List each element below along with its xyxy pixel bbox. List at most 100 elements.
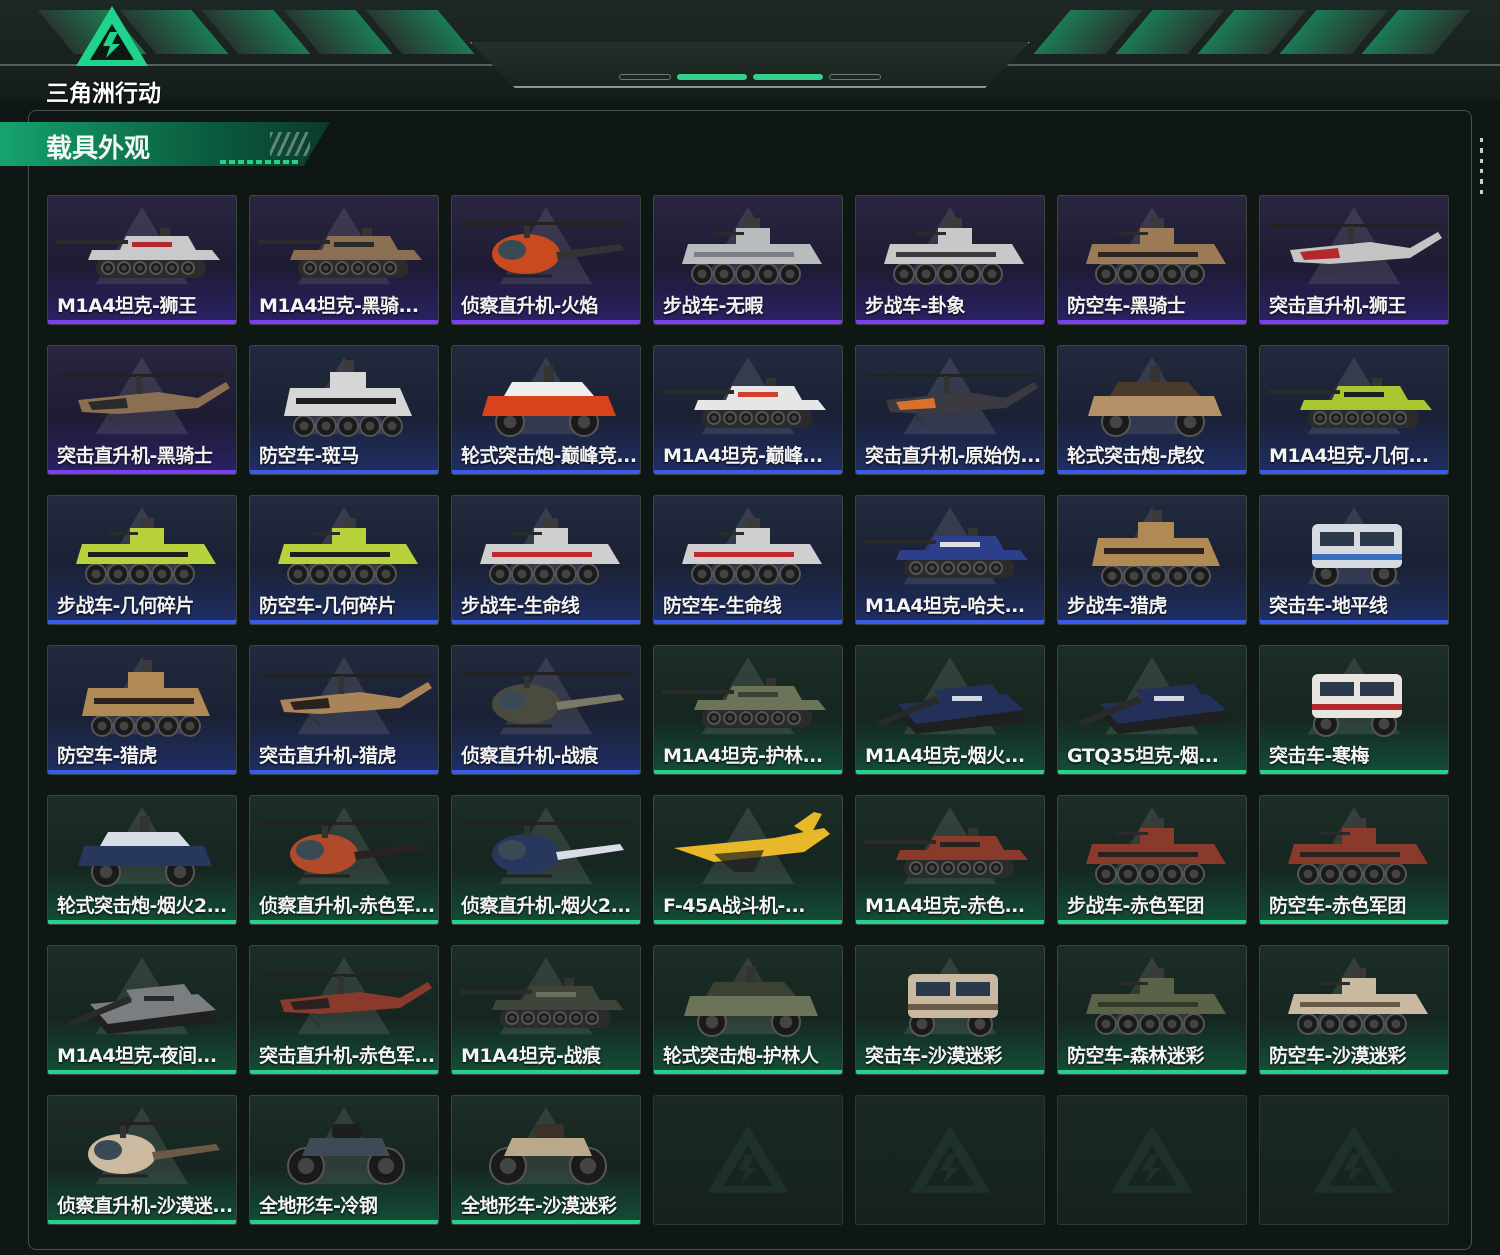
vehicle-skin-card[interactable]: M1A4坦克-烟火... — [855, 645, 1045, 775]
vehicle-skin-card[interactable]: 步战车-几何碎片 — [47, 495, 237, 625]
rarity-bar — [1058, 1070, 1246, 1074]
vehicle-skin-name: 轮式突击炮-虎纹 — [1067, 445, 1204, 467]
vehicle-skin-card[interactable]: 步战车-无暇 — [653, 195, 843, 325]
vehicle-skin-name: 步战车-赤色军团 — [1067, 895, 1204, 917]
vehicle-skin-name: 步战车-卦象 — [865, 295, 965, 317]
vehicle-skin-card[interactable]: M1A4坦克-护林... — [653, 645, 843, 775]
vehicle-skin-card[interactable]: 轮式突击炮-巅峰竞... — [451, 345, 641, 475]
header-stripes-right — [1033, 10, 1471, 54]
vehicle-skin-card[interactable]: 侦察直升机-烟火2... — [451, 795, 641, 925]
vehicle-apc-image — [76, 518, 216, 585]
vehicle-skin-card[interactable]: F-45A战斗机-... — [653, 795, 843, 925]
vehicle-tank-image — [662, 378, 826, 428]
vehicle-skin-name: M1A4坦克-巅峰... — [663, 445, 823, 467]
rarity-bar — [654, 470, 842, 474]
vehicle-heli-small-image — [462, 222, 632, 278]
rarity-bar — [250, 620, 438, 624]
vehicle-skin-card[interactable]: M1A4坦克-夜间... — [47, 945, 237, 1075]
vehicle-tank-image — [56, 228, 220, 278]
logo-text: 三角洲行动 — [46, 81, 161, 107]
vehicle-skin-card[interactable]: 防空车-猎虎 — [47, 645, 237, 775]
vehicle-skin-card[interactable]: 突击直升机-赤色军... — [249, 945, 439, 1075]
vehicle-skin-name: 突击直升机-原始伪... — [865, 445, 1041, 467]
vehicle-tank-image — [662, 678, 826, 728]
vehicle-skin-card[interactable]: 步战车-猎虎 — [1057, 495, 1247, 625]
rarity-bar — [250, 470, 438, 474]
vehicle-skin-name: 步战车-猎虎 — [1067, 595, 1167, 617]
vehicle-skin-card[interactable]: 突击直升机-原始伪... — [855, 345, 1045, 475]
rarity-bar — [856, 470, 1044, 474]
vehicle-apc-image — [1086, 218, 1226, 285]
section-accent — [220, 160, 300, 164]
rarity-bar — [856, 620, 1044, 624]
vehicle-skin-card[interactable]: 防空车-生命线 — [653, 495, 843, 625]
vehicle-skin-card[interactable]: 防空车-黑骑士 — [1057, 195, 1247, 325]
vehicle-skin-card[interactable]: 防空车-几何碎片 — [249, 495, 439, 625]
vehicle-skin-card[interactable]: 侦察直升机-火焰 — [451, 195, 641, 325]
vehicle-heli-attack-image — [260, 674, 432, 727]
vehicle-skin-card[interactable]: 突击直升机-黑骑士 — [47, 345, 237, 475]
vehicle-skin-card[interactable]: 全地形车-冷钢 — [249, 1095, 439, 1225]
rarity-bar — [48, 470, 236, 474]
vehicle-skin-card[interactable]: 防空车-赤色军团 — [1259, 795, 1449, 925]
vehicle-skin-card[interactable]: 侦察直升机-赤色军... — [249, 795, 439, 925]
vehicle-skin-card[interactable]: 突击车-沙漠迷彩 — [855, 945, 1045, 1075]
rarity-bar — [654, 1070, 842, 1074]
rarity-bar — [452, 1070, 640, 1074]
vehicle-skin-card[interactable]: M1A4坦克-哈夫... — [855, 495, 1045, 625]
rarity-bar — [856, 320, 1044, 324]
vehicle-skin-name: 防空车-生命线 — [663, 595, 782, 617]
vehicle-skin-card[interactable]: 防空车-沙漠迷彩 — [1259, 945, 1449, 1075]
vehicle-skin-card[interactable]: GTQ35坦克-烟... — [1057, 645, 1247, 775]
vehicle-skin-card[interactable]: M1A4坦克-狮王 — [47, 195, 237, 325]
vehicle-heli-small-image — [462, 672, 632, 728]
vehicle-jet-image — [674, 812, 830, 872]
scrollbar[interactable] — [1480, 138, 1486, 194]
vehicle-tank-angle-image — [68, 984, 218, 1034]
vehicle-skin-name: 防空车-几何碎片 — [259, 595, 396, 617]
vehicle-skin-name: 防空车-沙漠迷彩 — [1269, 1045, 1406, 1067]
vehicle-skin-name: M1A4坦克-夜间... — [57, 1045, 217, 1067]
vehicle-skin-card[interactable]: 步战车-赤色军团 — [1057, 795, 1247, 925]
vehicle-skin-name: F-45A战斗机-... — [663, 895, 805, 917]
vehicle-apc-image — [1288, 818, 1428, 885]
vehicle-skin-name: 全地形车-沙漠迷彩 — [461, 1195, 617, 1217]
vehicle-skin-card[interactable]: 轮式突击炮-护林人 — [653, 945, 843, 1075]
vehicle-skin-name: 突击直升机-赤色军... — [259, 1045, 435, 1067]
vehicle-skin-card[interactable]: 步战车-卦象 — [855, 195, 1045, 325]
rarity-bar — [1058, 470, 1246, 474]
rarity-bar — [48, 320, 236, 324]
vehicle-skin-card[interactable]: M1A4坦克-巅峰... — [653, 345, 843, 475]
vehicle-skin-card[interactable]: M1A4坦克-黑骑... — [249, 195, 439, 325]
vehicle-tank-image — [258, 228, 422, 278]
vehicle-skin-card[interactable]: 突击车-寒梅 — [1259, 645, 1449, 775]
vehicle-buggy-image — [684, 966, 818, 1037]
vehicle-skin-name: 侦察直升机-沙漠迷... — [57, 1195, 233, 1217]
vehicle-skin-name: GTQ35坦克-烟... — [1067, 745, 1219, 767]
vehicle-skin-card[interactable]: 全地形车-沙漠迷彩 — [451, 1095, 641, 1225]
vehicle-skin-card[interactable]: 突击直升机-猎虎 — [249, 645, 439, 775]
vehicle-skin-card[interactable]: M1A4坦克-几何... — [1259, 345, 1449, 475]
vehicle-skin-card[interactable]: 轮式突击炮-烟火2... — [47, 795, 237, 925]
vehicle-skin-name: 突击直升机-黑骑士 — [57, 445, 213, 467]
vehicle-skin-card[interactable]: 防空车-森林迷彩 — [1057, 945, 1247, 1075]
vehicle-skin-card[interactable]: M1A4坦克-战痕 — [451, 945, 641, 1075]
vehicle-skin-card[interactable]: 步战车-生命线 — [451, 495, 641, 625]
vehicle-apc-image — [1288, 968, 1428, 1035]
vehicle-skin-name: 轮式突击炮-巅峰竞... — [461, 445, 637, 467]
vehicle-skin-name: 步战车-生命线 — [461, 595, 580, 617]
vehicle-apc-image — [278, 518, 418, 585]
rarity-bar — [452, 620, 640, 624]
vehicle-skin-card[interactable]: 突击车-地平线 — [1259, 495, 1449, 625]
vehicle-skin-card[interactable]: 防空车-斑马 — [249, 345, 439, 475]
vehicle-skin-card[interactable]: 轮式突击炮-虎纹 — [1057, 345, 1247, 475]
rarity-bar — [1260, 620, 1448, 624]
vehicle-skin-card[interactable]: M1A4坦克-赤色... — [855, 795, 1045, 925]
vehicle-apc-image — [480, 518, 620, 585]
vehicle-skin-card[interactable]: 侦察直升机-沙漠迷... — [47, 1095, 237, 1225]
vehicle-skin-card[interactable]: 突击直升机-狮王 — [1259, 195, 1449, 325]
vehicle-tank-image — [460, 978, 624, 1028]
vehicle-skin-card[interactable]: 侦察直升机-战痕 — [451, 645, 641, 775]
rarity-bar — [1260, 320, 1448, 324]
vehicle-apc-image — [884, 218, 1024, 285]
